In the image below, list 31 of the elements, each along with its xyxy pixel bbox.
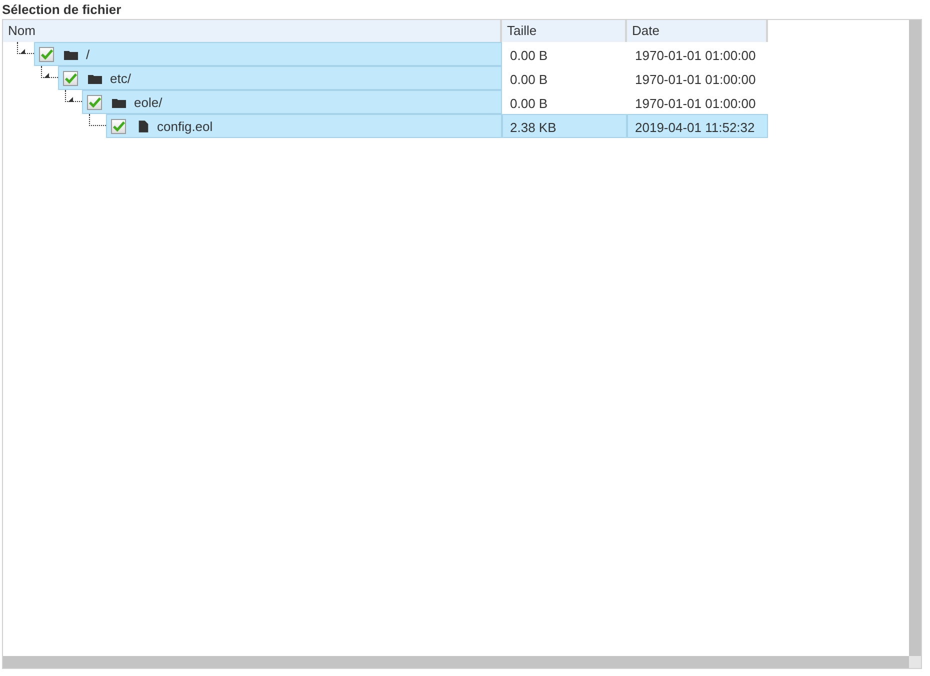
tree-node[interactable]: etc/ [58,66,502,90]
file-name: config.eol [157,118,213,134]
checkbox[interactable] [39,46,54,62]
table-cell-text: 1970-01-01 01:00:00 [634,71,757,89]
table-cell-text: 1970-01-01 01:00:00 [634,47,757,65]
file-name: / [86,46,90,62]
vertical-scrollbar[interactable] [909,20,921,656]
table-cell-text: 1970-01-01 01:00:00 [634,95,757,113]
scrollbar-corner [909,656,921,668]
folder-icon [88,72,102,84]
checkbox[interactable] [63,70,78,86]
horizontal-scrollbar[interactable] [3,656,909,668]
file-icon [138,120,149,132]
column-header[interactable]: Taille [502,20,627,42]
tree-node[interactable]: config.eol [106,114,502,138]
table-cell: 2.38 KB [502,114,627,138]
table-cell-text: 0.00 B [509,95,549,113]
checkbox[interactable] [87,94,102,110]
table-cell: 2019-04-01 11:52:32 [627,114,768,138]
tree-node[interactable]: eole/ [82,90,502,114]
folder-icon [64,48,78,60]
checkbox[interactable] [111,118,126,134]
column-header[interactable]: Nom [3,20,502,42]
column-header[interactable]: Date [627,20,768,42]
panel-title: Sélection de fichier [1,1,122,19]
table-cell-text: 0.00 B [509,47,549,65]
table-cell-text: 0.00 B [509,71,549,89]
file-name: etc/ [110,70,131,86]
tree-node[interactable]: / [34,42,502,66]
file-name: eole/ [134,94,162,110]
folder-icon [112,96,126,108]
